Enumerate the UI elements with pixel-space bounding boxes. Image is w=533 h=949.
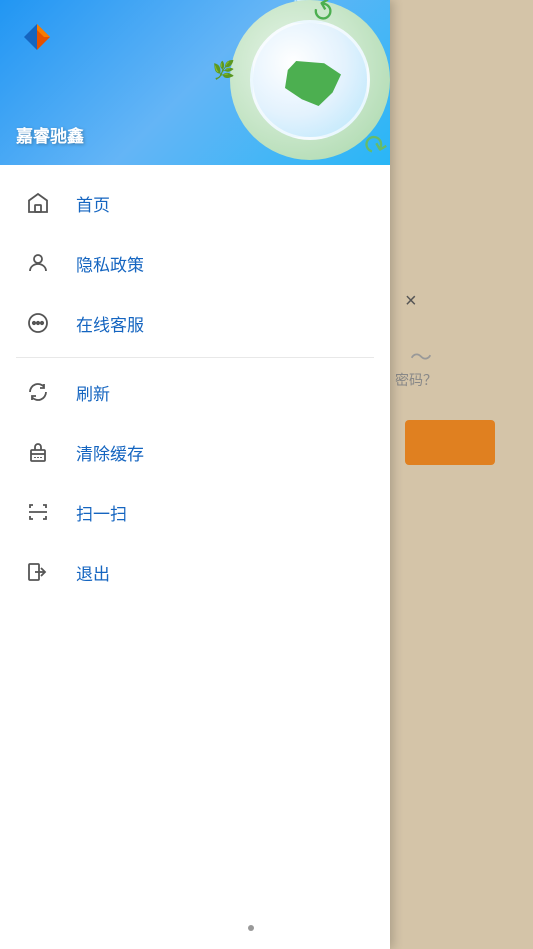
eye-icon: 〜 (410, 340, 432, 372)
menu-item-clear-cache[interactable]: 清除缓存 (0, 422, 390, 482)
company-logo (16, 16, 58, 58)
scan-icon (24, 498, 52, 526)
home-icon (24, 189, 52, 217)
logo-icon (16, 16, 58, 58)
menu-label-home: 首页 (76, 191, 110, 216)
close-button[interactable]: × (405, 290, 417, 313)
menu-item-privacy[interactable]: 隐私政策 (0, 233, 390, 293)
drawer-header: 🍃 ↺ ↺ (0, 0, 390, 165)
continent-shape (285, 61, 341, 106)
refresh-icon (24, 378, 52, 406)
menu-item-refresh[interactable]: 刷新 (0, 362, 390, 422)
menu-item-home[interactable]: 首页 (0, 173, 390, 233)
menu-label-logout: 退出 (76, 560, 110, 585)
menu-label-service: 在线客服 (76, 311, 144, 336)
menu-label-clear-cache: 清除缓存 (76, 440, 144, 465)
bottom-dot (248, 925, 254, 931)
drawer-panel: 🍃 ↺ ↺ (0, 0, 390, 949)
menu-label-privacy: 隐私政策 (76, 251, 144, 276)
right-panel (390, 0, 533, 949)
globe-container: 🍃 ↺ ↺ (200, 0, 390, 165)
logout-icon (24, 558, 52, 586)
login-button[interactable] (405, 420, 495, 465)
menu-label-refresh: 刷新 (76, 380, 110, 405)
leaves-left-icon: 🌿 (213, 60, 235, 81)
person-icon (24, 249, 52, 277)
company-name: 嘉睿驰鑫 (16, 122, 84, 147)
menu-separator (16, 357, 374, 358)
chat-icon (24, 309, 52, 337)
menu-item-logout[interactable]: 退出 (0, 542, 390, 602)
menu-item-scan[interactable]: 扫一扫 (0, 482, 390, 542)
menu-list: 首页 隐私政策 在线客服 (0, 165, 390, 949)
globe-inner (250, 20, 370, 140)
cache-icon (24, 438, 52, 466)
password-hint: 密码？ (395, 370, 437, 390)
menu-label-scan: 扫一扫 (76, 500, 127, 525)
menu-item-service[interactable]: 在线客服 (0, 293, 390, 353)
